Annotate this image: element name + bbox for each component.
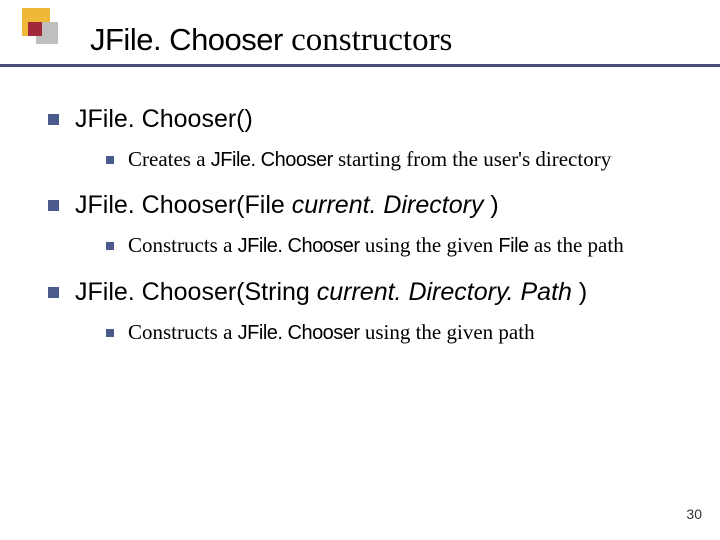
- sub-bullet-3: Constructs a JFile. Chooser using the gi…: [106, 319, 690, 346]
- sub-text-post: starting from the user's directory: [333, 147, 611, 171]
- sub-text-mid: using the given: [360, 233, 499, 257]
- sub-text-pre: Constructs a: [128, 320, 238, 344]
- sub-text-code: JFile. Chooser: [238, 235, 360, 257]
- sub-text-post: as the path: [529, 233, 624, 257]
- title-bar: JFile. Chooser constructors: [0, 0, 720, 67]
- item-heading-arg: current. Directory. Path: [317, 278, 572, 306]
- sub-bullet-1: Creates a JFile. Chooser starting from t…: [106, 146, 690, 173]
- title-text-part: constructors: [283, 22, 453, 58]
- item-heading-arg: current. Directory: [292, 191, 484, 219]
- bullet-square-icon: [48, 114, 59, 125]
- bullet-square-icon: [106, 156, 114, 164]
- item-heading-pre: JFile. Chooser(File: [75, 191, 292, 219]
- title-decoration-icon: [22, 8, 58, 44]
- page-number: 30: [686, 506, 702, 522]
- sub-text-code: JFile. Chooser: [211, 149, 333, 171]
- sub-text-pre: Constructs a: [128, 233, 238, 257]
- bullet-square-icon: [48, 200, 59, 211]
- item-heading-pre: JFile. Chooser(String: [75, 278, 317, 306]
- bullet-item-3: JFile. Chooser(String current. Directory…: [48, 278, 690, 307]
- sub-text-code: JFile. Chooser: [238, 322, 360, 344]
- item-heading-post: ): [572, 278, 587, 306]
- item-heading-pre: JFile. Chooser(: [75, 105, 245, 133]
- item-heading-post: ): [245, 105, 253, 133]
- bullet-square-icon: [106, 242, 114, 250]
- sub-text-code2: File: [498, 235, 528, 257]
- bullet-item-1: JFile. Chooser(): [48, 105, 690, 134]
- sub-text-pre: Creates a: [128, 147, 211, 171]
- bullet-square-icon: [106, 329, 114, 337]
- bullet-item-2: JFile. Chooser(File current. Directory ): [48, 191, 690, 220]
- sub-text-post: using the given path: [360, 320, 535, 344]
- slide-content: JFile. Chooser() Creates a JFile. Choose…: [0, 67, 720, 346]
- item-heading-post: ): [483, 191, 498, 219]
- bullet-square-icon: [48, 287, 59, 298]
- slide-title: JFile. Chooser constructors: [90, 22, 720, 60]
- title-code-part: JFile. Chooser: [90, 22, 283, 57]
- sub-bullet-2: Constructs a JFile. Chooser using the gi…: [106, 232, 690, 259]
